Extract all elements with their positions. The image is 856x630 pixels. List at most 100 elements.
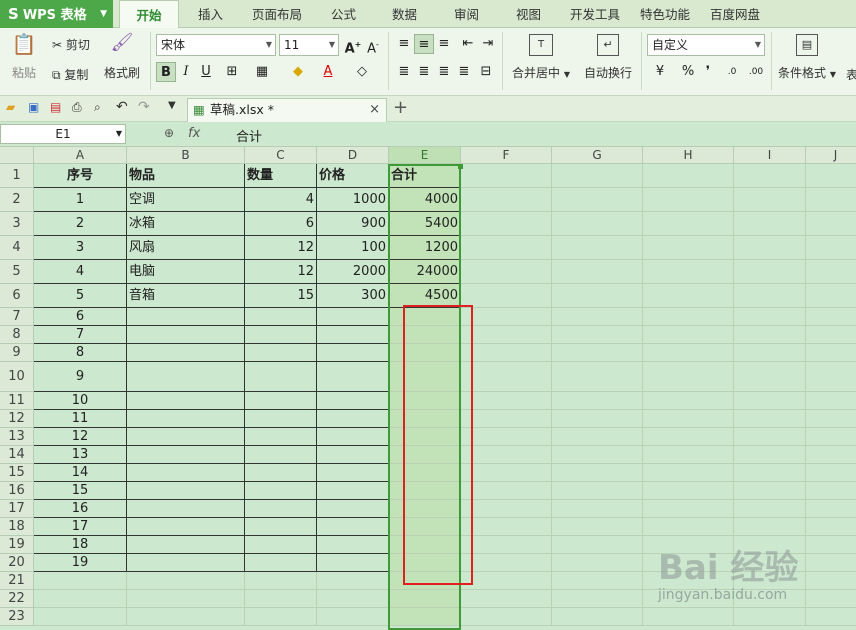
cell[interactable] (734, 260, 806, 284)
cell[interactable] (317, 572, 389, 590)
cell[interactable] (245, 392, 317, 410)
cell[interactable] (461, 284, 552, 308)
row-header[interactable]: 4 (0, 236, 34, 260)
cell[interactable]: 13 (34, 446, 127, 464)
column-header[interactable]: H (643, 147, 734, 164)
cell[interactable] (552, 326, 643, 344)
number-format-select[interactable]: 自定义 ▼ (647, 34, 765, 56)
cell[interactable] (552, 392, 643, 410)
column-header[interactable]: G (552, 147, 643, 164)
cell[interactable] (461, 164, 552, 188)
app-logo-button[interactable]: S WPS 表格 ▼ (0, 0, 113, 28)
cell[interactable] (552, 164, 643, 188)
cell[interactable] (806, 482, 856, 500)
cell[interactable] (127, 326, 245, 344)
cell[interactable] (317, 482, 389, 500)
row-header[interactable]: 9 (0, 344, 34, 362)
cell[interactable] (34, 608, 127, 626)
cell[interactable] (245, 410, 317, 428)
cell[interactable]: 300 (317, 284, 389, 308)
cell[interactable]: 15 (245, 284, 317, 308)
cell[interactable] (643, 212, 734, 236)
cell[interactable] (806, 500, 856, 518)
cell[interactable]: 7 (34, 326, 127, 344)
cell[interactable]: 物品 (127, 164, 245, 188)
tab-baidu-pan[interactable]: 百度网盘 (710, 0, 760, 28)
tab-page-layout[interactable]: 页面布局 (252, 0, 302, 28)
row-header[interactable]: 16 (0, 482, 34, 500)
column-header[interactable]: F (461, 147, 552, 164)
align-top-icon[interactable]: ≡ (394, 34, 414, 54)
cell[interactable] (734, 308, 806, 326)
cell[interactable]: 16 (34, 500, 127, 518)
column-header[interactable]: D (317, 147, 389, 164)
cell[interactable] (734, 188, 806, 212)
cell[interactable] (317, 590, 389, 608)
cell[interactable] (317, 446, 389, 464)
percent-button[interactable]: % (678, 62, 698, 82)
cell[interactable] (461, 236, 552, 260)
cell[interactable] (806, 392, 856, 410)
undo-icon[interactable]: ↶ (116, 99, 128, 115)
cell[interactable] (461, 344, 552, 362)
underline-button[interactable]: U (196, 62, 216, 82)
copy-button[interactable]: ⧉ 复制 (52, 66, 88, 83)
cell[interactable] (317, 326, 389, 344)
cell[interactable] (643, 446, 734, 464)
cell[interactable] (461, 554, 552, 572)
cell[interactable] (552, 428, 643, 446)
cell[interactable]: 4 (34, 260, 127, 284)
cell[interactable] (806, 212, 856, 236)
cell[interactable]: 1000 (317, 188, 389, 212)
cell[interactable] (317, 410, 389, 428)
name-box[interactable]: E1 ▼ (0, 124, 126, 144)
tab-formulas[interactable]: 公式 (331, 0, 356, 28)
cell[interactable] (389, 554, 461, 572)
cell[interactable] (643, 188, 734, 212)
cell[interactable] (461, 260, 552, 284)
cell[interactable] (461, 482, 552, 500)
indent-decrease-icon[interactable]: ⇤ (458, 34, 478, 54)
column-header[interactable]: A (34, 147, 127, 164)
cell[interactable] (734, 518, 806, 536)
cell[interactable] (806, 554, 856, 572)
cell[interactable] (552, 500, 643, 518)
cell[interactable] (643, 284, 734, 308)
cell[interactable]: 10 (34, 392, 127, 410)
cell[interactable]: 12 (245, 260, 317, 284)
cell[interactable] (34, 572, 127, 590)
cell[interactable] (245, 308, 317, 326)
cell[interactable] (806, 428, 856, 446)
cell[interactable] (245, 428, 317, 446)
cell[interactable] (552, 362, 643, 392)
print-preview-icon[interactable]: ⌕ (94, 100, 101, 115)
cell[interactable]: 15 (34, 482, 127, 500)
cell[interactable] (245, 446, 317, 464)
cell[interactable] (317, 608, 389, 626)
cell[interactable] (389, 410, 461, 428)
cell[interactable] (127, 554, 245, 572)
cell[interactable]: 12 (245, 236, 317, 260)
cell[interactable]: 合计 (389, 164, 461, 188)
cell[interactable] (317, 428, 389, 446)
cell[interactable] (552, 284, 643, 308)
cell[interactable] (317, 536, 389, 554)
cell[interactable] (127, 362, 245, 392)
cell[interactable] (734, 410, 806, 428)
align-center-icon[interactable]: ≣ (414, 62, 434, 82)
row-header[interactable]: 8 (0, 326, 34, 344)
cell[interactable] (389, 308, 461, 326)
cell[interactable] (552, 590, 643, 608)
cell[interactable] (806, 362, 856, 392)
cell[interactable] (643, 608, 734, 626)
cell[interactable] (127, 572, 245, 590)
cell[interactable] (461, 428, 552, 446)
cell[interactable] (389, 590, 461, 608)
cell[interactable] (552, 446, 643, 464)
cell[interactable]: 序号 (34, 164, 127, 188)
paste-button[interactable]: 📋 粘贴 (6, 32, 42, 81)
cell[interactable] (245, 572, 317, 590)
cell[interactable] (552, 410, 643, 428)
cell[interactable] (127, 344, 245, 362)
cell[interactable] (552, 608, 643, 626)
